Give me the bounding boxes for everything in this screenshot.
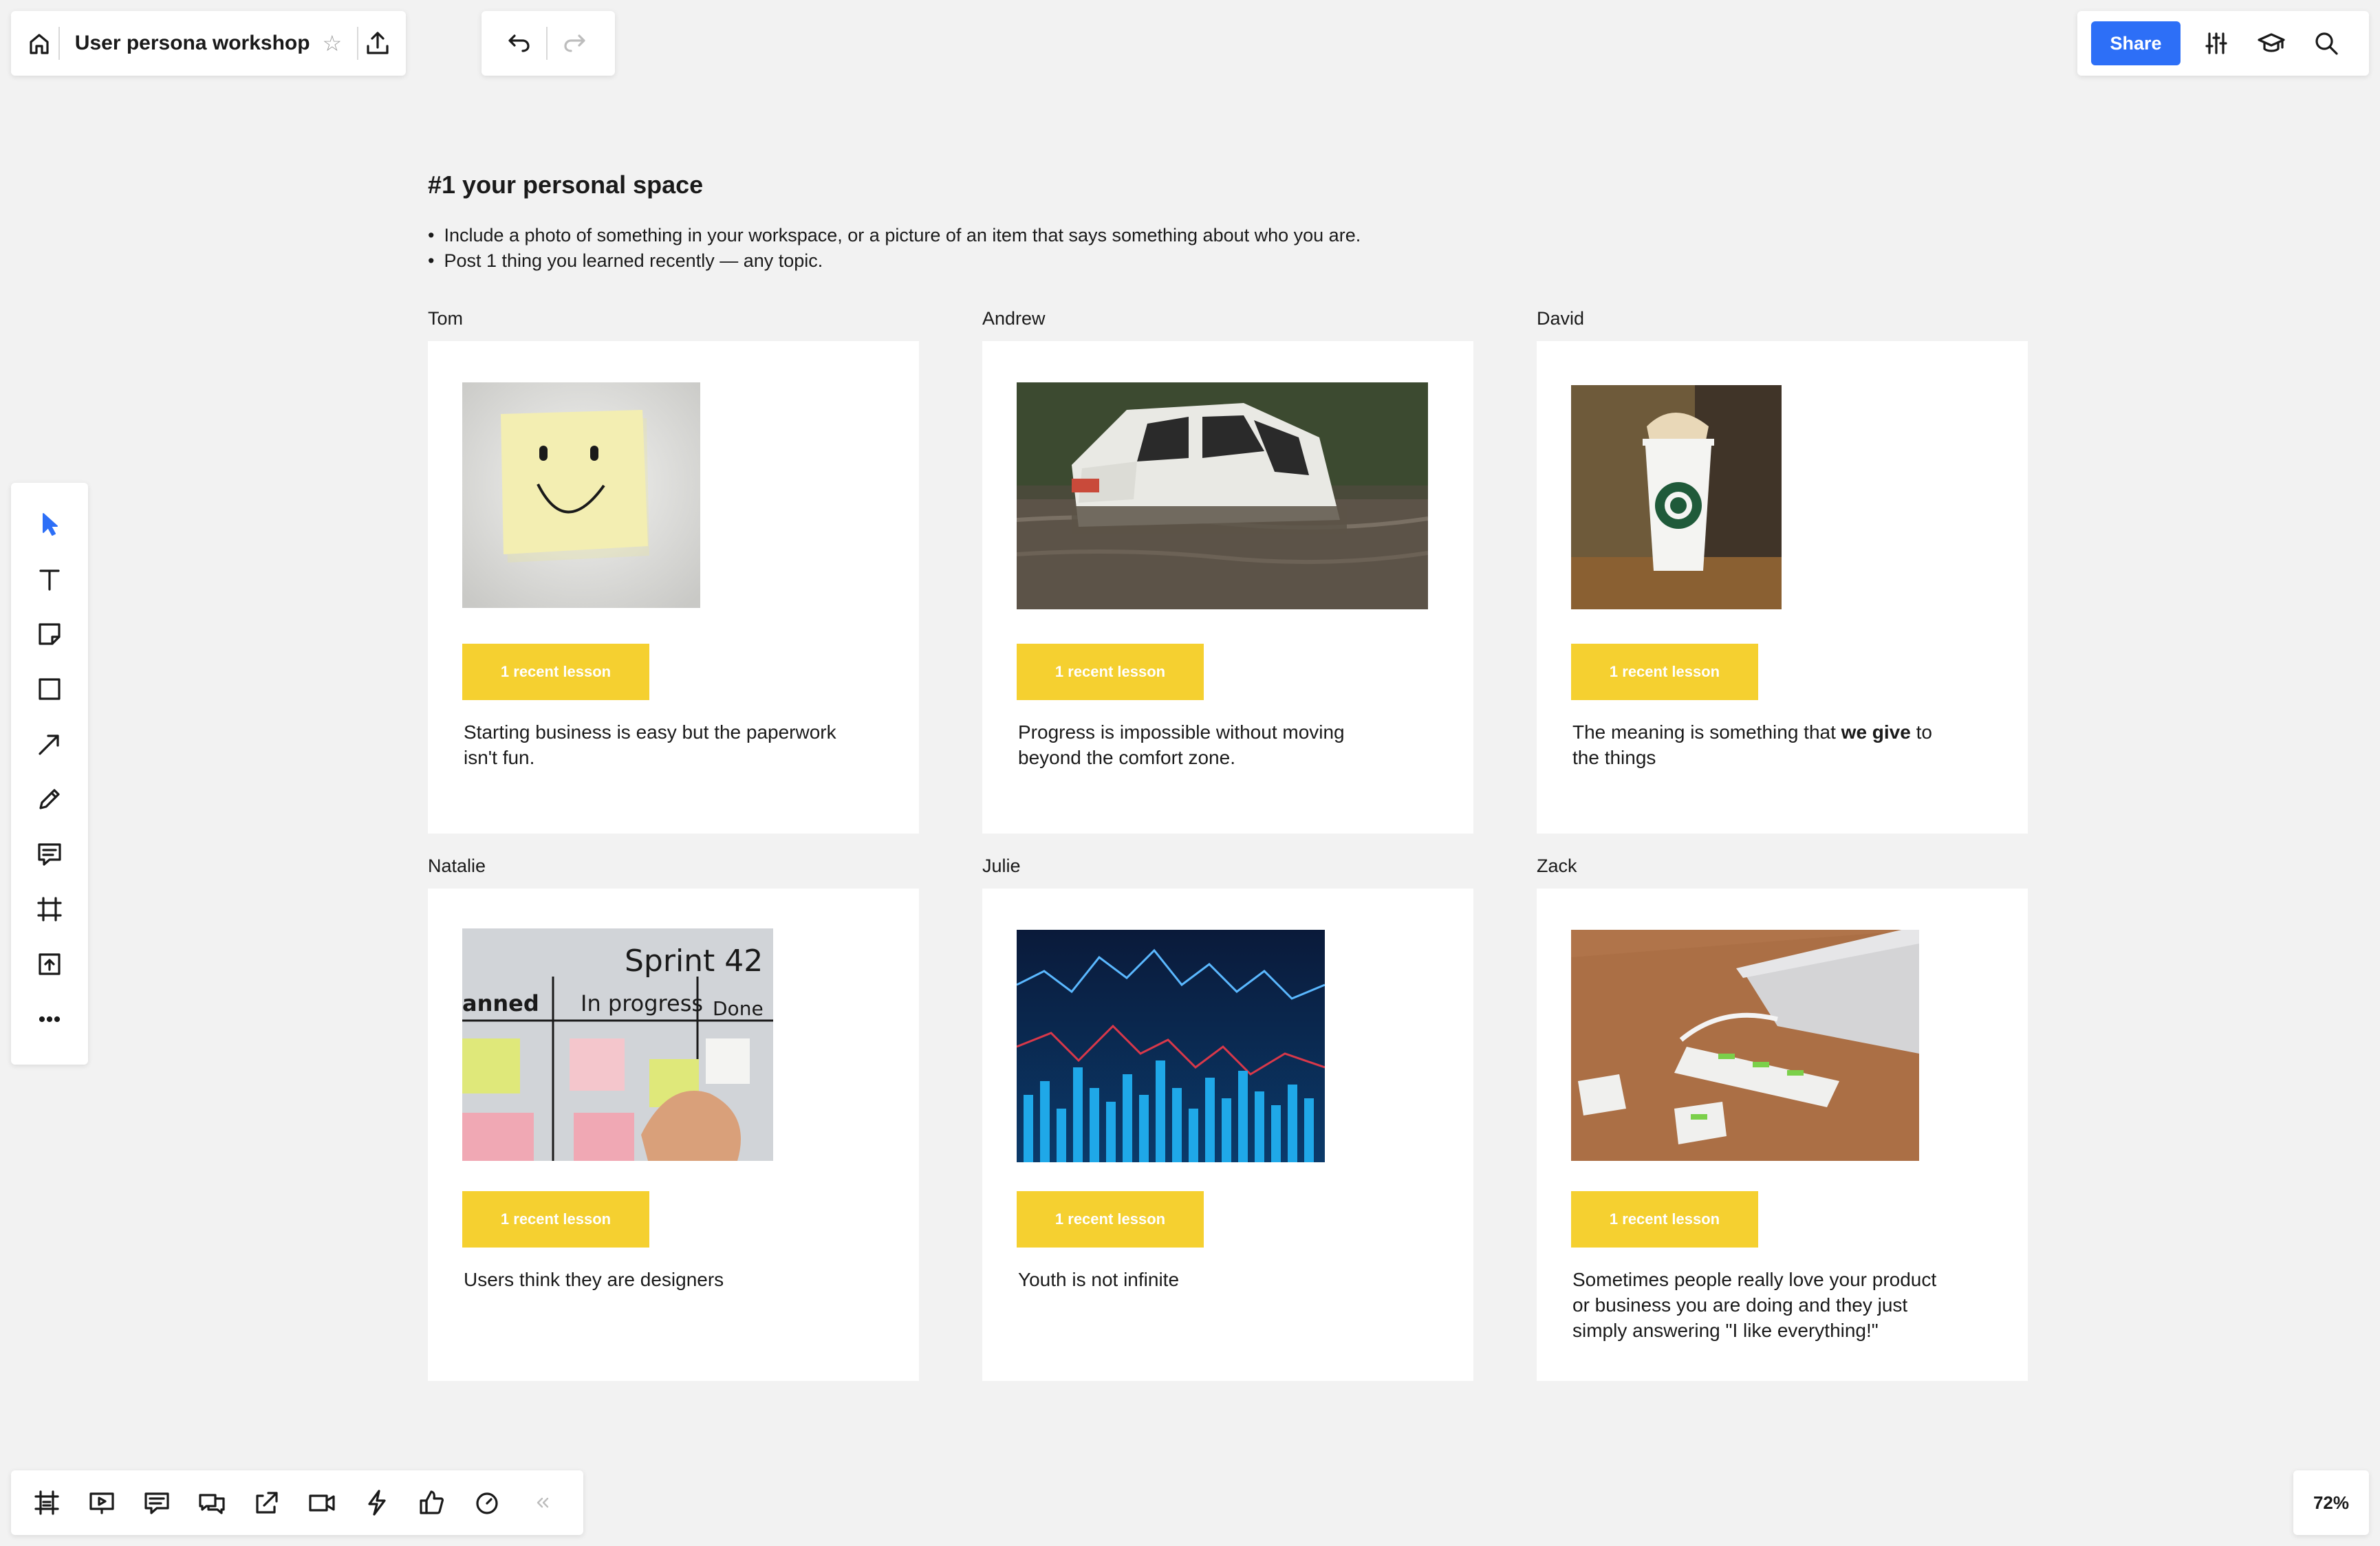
person-name-tom: Tom <box>428 308 464 329</box>
lesson-tag: 1 recent lesson <box>1017 644 1204 700</box>
person-name-david: David <box>1537 308 1585 329</box>
board-header: User persona workshop ☆ <box>11 11 406 76</box>
video-icon[interactable] <box>294 1475 349 1530</box>
zoom-level[interactable]: 72% <box>2313 1492 2349 1514</box>
undo-icon[interactable] <box>491 16 546 71</box>
person-name-zack: Zack <box>1537 856 1577 876</box>
persona-card-julie[interactable]: 1 recent lesson Youth is not infinite <box>982 889 1473 1381</box>
redo-icon[interactable] <box>548 16 603 71</box>
lesson-text-part: The meaning is something that <box>1572 721 1841 743</box>
pen-icon[interactable] <box>22 772 77 827</box>
person-name-natalie: Natalie <box>428 856 486 876</box>
lesson-text: Progress is impossible without moving be… <box>1018 721 1345 768</box>
board-title[interactable]: User persona workshop <box>75 32 310 55</box>
frame-icon[interactable] <box>22 882 77 937</box>
home-icon[interactable] <box>19 16 58 71</box>
photo-sprint-board: Sprint 42 anned In progress Done <box>462 928 773 1161</box>
more-icon[interactable] <box>22 992 77 1047</box>
search-icon[interactable] <box>2299 16 2354 71</box>
lesson-text-bold: we give <box>1841 721 1911 743</box>
frame-title: #1 your personal space <box>428 171 704 199</box>
cursor-icon[interactable] <box>22 497 77 552</box>
lesson-text: Users think they are designers <box>464 1269 724 1290</box>
photo-sticky-note-smiley <box>462 382 700 608</box>
text-icon[interactable] <box>22 552 77 607</box>
upload-icon[interactable] <box>22 937 77 992</box>
lesson-text: Sometimes people really love your produc… <box>1572 1269 1937 1341</box>
presentation-icon[interactable] <box>74 1475 129 1530</box>
sprint-column-done: Done <box>713 997 764 1020</box>
share-screen-icon[interactable] <box>239 1475 294 1530</box>
arrow-icon[interactable] <box>22 717 77 772</box>
share-button[interactable]: Share <box>2091 21 2181 65</box>
top-right-toolbar: Share <box>2077 11 2369 76</box>
chat-icon[interactable] <box>184 1475 239 1530</box>
persona-card-andrew[interactable]: 1 recent lesson Progress is impossible w… <box>982 341 1473 834</box>
lesson-text: The meaning is something that we give to… <box>1572 719 1958 770</box>
sticky-note-icon[interactable] <box>22 607 77 662</box>
lesson-tag: 1 recent lesson <box>1017 1191 1204 1248</box>
lesson-text: Starting business is easy but the paperw… <box>464 721 836 768</box>
lesson-tag: 1 recent lesson <box>1571 1191 1758 1248</box>
lesson-text: Youth is not infinite <box>1018 1269 1180 1290</box>
photo-suv-in-flood <box>1017 382 1428 609</box>
persona-card-zack[interactable]: 1 recent lesson Sometimes people really … <box>1537 889 2028 1381</box>
export-icon[interactable] <box>358 16 398 71</box>
photo-laptop-usb-hub <box>1571 930 1919 1161</box>
learning-cap-icon[interactable] <box>2244 16 2299 71</box>
rectangle-icon[interactable] <box>22 662 77 717</box>
divider <box>58 27 60 60</box>
frames-icon[interactable] <box>19 1475 74 1530</box>
person-name-andrew: Andrew <box>982 308 1046 329</box>
instruction-item: Post 1 thing you learned recently — any … <box>428 248 1361 274</box>
sprint-column-progress: In progress <box>581 990 703 1016</box>
history-controls <box>482 11 615 76</box>
collaboration-toolbar <box>11 1470 583 1535</box>
star-icon[interactable]: ☆ <box>323 30 343 56</box>
persona-card-david[interactable]: 1 recent lesson The meaning is something… <box>1537 341 2028 834</box>
sprint-title: Sprint 42 <box>625 944 763 979</box>
instruction-item: Include a photo of something in your wor… <box>428 223 1361 248</box>
person-name-julie: Julie <box>982 856 1021 876</box>
photo-coffee-cup <box>1571 385 1782 609</box>
photo-stock-chart <box>1017 930 1325 1162</box>
persona-card-tom[interactable]: 1 recent lesson Starting business is eas… <box>428 341 919 834</box>
comment-icon[interactable] <box>22 827 77 882</box>
collapse-icon[interactable] <box>515 1475 570 1530</box>
lightning-icon[interactable] <box>349 1475 404 1530</box>
lesson-tag: 1 recent lesson <box>462 1191 649 1248</box>
timer-icon[interactable] <box>459 1475 515 1530</box>
instructions-list: Include a photo of something in your wor… <box>428 223 1361 274</box>
creation-toolbar <box>11 483 88 1065</box>
zoom-control[interactable]: 72% <box>2293 1470 2369 1535</box>
sprint-column-planned: anned <box>462 990 539 1016</box>
comments-icon[interactable] <box>129 1475 184 1530</box>
lesson-tag: 1 recent lesson <box>1571 644 1758 700</box>
like-icon[interactable] <box>404 1475 459 1530</box>
lesson-tag: 1 recent lesson <box>462 644 649 700</box>
settings-sliders-icon[interactable] <box>2189 16 2244 71</box>
persona-card-natalie[interactable]: Sprint 42 anned In progress Done 1 recen… <box>428 889 919 1381</box>
